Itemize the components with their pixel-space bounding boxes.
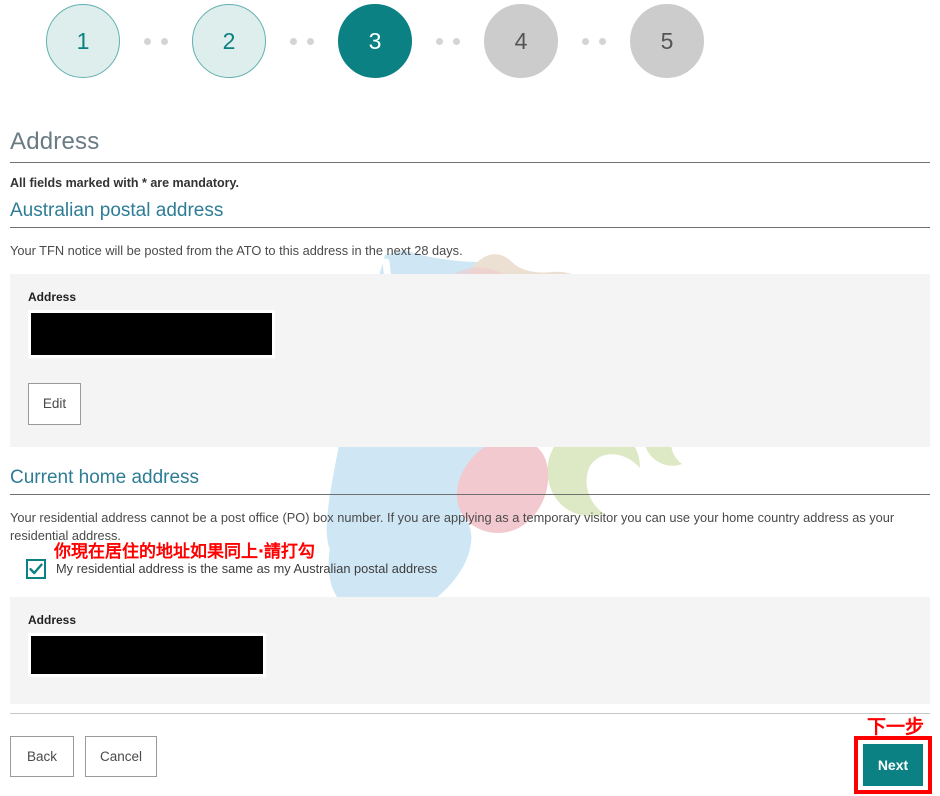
step-connector-2 xyxy=(266,37,338,45)
next-button[interactable]: Next xyxy=(863,744,923,786)
postal-address-value-redacted xyxy=(31,312,272,355)
postal-address-label: Address xyxy=(28,289,77,304)
address-form-page: 1 2 3 4 5 Address All fields marked with… xyxy=(0,0,940,794)
step-connector-4 xyxy=(558,37,630,45)
section-heading-postal: Australian postal address xyxy=(10,200,224,221)
home-address-redaction-wrap xyxy=(28,632,266,677)
step-1[interactable]: 1 xyxy=(46,4,120,78)
same-address-checkbox-row[interactable]: 你現在居住的地址如果同上‧請打勾 My residential address … xyxy=(10,542,930,579)
step-2[interactable]: 2 xyxy=(192,4,266,78)
home-divider xyxy=(10,493,930,495)
annotation-checkbox-chinese: 你現在居住的地址如果同上‧請打勾 xyxy=(54,541,315,562)
page-title: Address xyxy=(10,128,100,155)
step-connector-1 xyxy=(120,37,192,45)
home-address-panel: Address xyxy=(10,596,930,704)
footer-buttons: Back Cancel 下一步 Next xyxy=(10,716,932,796)
step-2-label: 2 xyxy=(222,27,236,54)
form-content: Address All fields marked with * are man… xyxy=(10,128,930,704)
connector-dot xyxy=(144,37,151,45)
home-address-value-redacted xyxy=(31,635,263,674)
section-heading-home: Current home address xyxy=(10,466,200,488)
step-connector-3 xyxy=(412,37,484,45)
connector-dot xyxy=(436,37,443,45)
home-address-label: Address xyxy=(28,612,77,627)
connector-dot xyxy=(290,37,297,45)
same-address-checkbox-label: My residential address is the same as my… xyxy=(56,561,438,577)
cancel-button[interactable]: Cancel xyxy=(85,736,157,777)
footer-divider xyxy=(10,713,930,714)
step-1-label: 1 xyxy=(76,27,90,54)
title-divider xyxy=(10,162,930,163)
next-button-highlight: Next xyxy=(854,736,932,794)
step-3[interactable]: 3 xyxy=(338,4,412,78)
connector-dot xyxy=(307,37,314,45)
connector-dot xyxy=(453,37,460,45)
back-button[interactable]: Back xyxy=(10,736,74,777)
same-address-checkbox[interactable] xyxy=(26,558,46,579)
step-3-label: 3 xyxy=(368,27,382,54)
form-footer: Back Cancel 下一步 Next xyxy=(10,713,932,796)
connector-dot xyxy=(582,37,589,45)
postal-address-redaction-wrap xyxy=(28,309,275,358)
checkmark-icon xyxy=(29,563,43,574)
connector-dot xyxy=(599,37,606,45)
connector-dot xyxy=(161,37,168,45)
annotation-next-chinese: 下一步 xyxy=(866,716,924,738)
step-5-label: 5 xyxy=(660,27,674,54)
edit-postal-address-button[interactable]: Edit xyxy=(28,382,81,425)
postal-address-panel: Address Edit xyxy=(10,273,930,447)
footer-left-buttons: Back Cancel xyxy=(10,736,157,777)
postal-help-text: Your TFN notice will be posted from the … xyxy=(10,243,463,258)
mandatory-note: All fields marked with * are mandatory. xyxy=(10,176,240,190)
step-5[interactable]: 5 xyxy=(630,4,704,78)
step-4[interactable]: 4 xyxy=(484,4,558,78)
postal-divider xyxy=(10,227,930,228)
step-4-label: 4 xyxy=(514,27,528,54)
progress-stepper: 1 2 3 4 5 xyxy=(0,0,704,82)
